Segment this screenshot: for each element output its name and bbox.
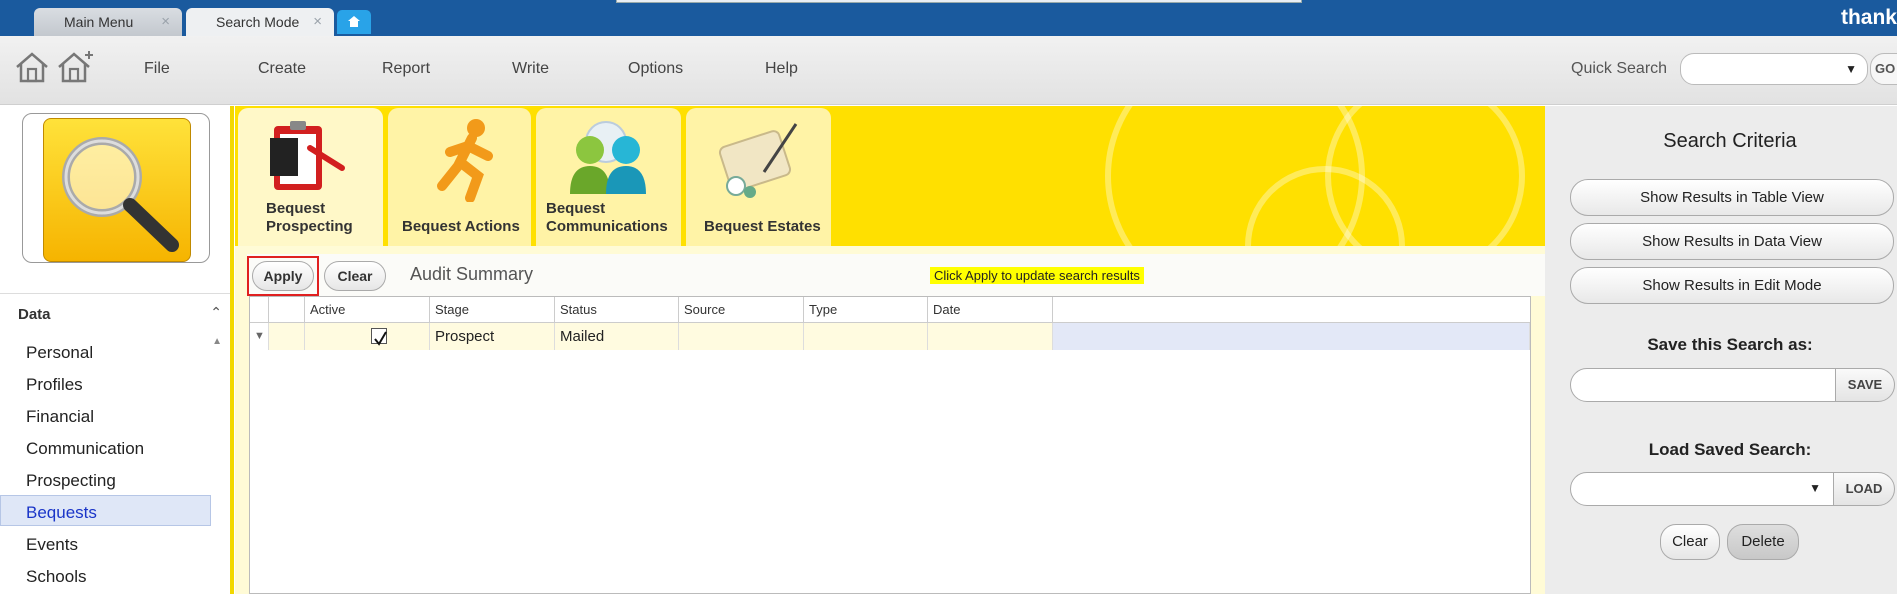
scroll-quill-icon [718,123,798,198]
cell-status[interactable]: Mailed [555,323,679,350]
tab-bequest-communications[interactable]: Bequest Communications [536,108,681,246]
show-data-view-button[interactable]: Show Results in Data View [1570,223,1894,260]
tab-bequest-prospecting-line1: Bequest [266,200,326,217]
tab-main-menu[interactable]: Main Menu × [34,8,182,36]
grid-header-status[interactable]: Status [555,297,679,323]
tab-search-mode[interactable]: Search Mode × [186,8,334,36]
magnifier-icon [62,137,179,252]
tab-bequest-actions-label: Bequest Actions [402,218,520,235]
apply-hint-text: Click Apply to update search results [930,267,1144,284]
tab-bequest-communications-line2: Communications [546,218,668,235]
search-mode-icon-frame [22,113,210,263]
app-tab-bar: Main Menu × Search Mode × thank [0,0,1897,36]
tab-bequest-prospecting[interactable]: Bequest Prospecting [238,108,383,246]
delete-search-button[interactable]: Delete [1727,524,1799,560]
chevron-up-icon[interactable]: ⌃ [210,304,222,321]
scroll-up-icon[interactable]: ▲ [212,336,222,347]
menu-bar: File Create Report Write Options Help Qu… [0,36,1897,105]
load-search-button[interactable]: LOAD [1833,472,1895,506]
sidebar-item-bequests[interactable]: Bequests [26,503,97,523]
dropdown-arrow-icon: ▼ [1809,481,1821,495]
search-criteria-panel: Search Criteria Show Results in Table Vi… [1545,106,1897,594]
tab-bequest-estates-label: Bequest Estates [704,218,821,235]
sidebar-item-financial[interactable]: Financial [26,407,94,427]
apply-button[interactable]: Apply [252,261,314,291]
clear-button[interactable]: Clear [324,261,386,291]
filter-icon: ▼ [254,330,265,342]
cell-type[interactable] [804,323,928,350]
data-section-title: Data [18,306,51,323]
sidebar-item-personal[interactable]: Personal [26,343,93,363]
brand-logo-text: thank [1840,6,1897,29]
show-edit-mode-button[interactable]: Show Results in Edit Mode [1570,267,1894,304]
left-sidebar: Data ⌃ ▲ Personal Profiles Financial Com… [0,106,234,594]
search-mode-icon [43,118,191,262]
load-search-label: Load Saved Search: [1648,440,1812,459]
quick-search-go-button[interactable]: GO [1870,53,1897,85]
sidebar-item-events[interactable]: Events [26,535,78,555]
tab-main-menu-label: Main Menu [64,14,134,30]
grid-header-date[interactable]: Date [928,297,1053,323]
tab-bequest-communications-line1: Bequest [546,200,606,217]
checkmark-icon [374,331,387,346]
search-criteria-title: Search Criteria [1663,130,1797,152]
active-checkbox[interactable] [371,328,387,346]
close-icon[interactable]: × [313,8,322,36]
address-bar[interactable] [616,0,1302,3]
grid-header-indicator [250,297,269,323]
sidebar-item-communication[interactable]: Communication [26,439,144,459]
quick-search-select[interactable]: ▼ [1680,53,1868,85]
tab-bequest-estates[interactable]: Bequest Estates [686,108,831,246]
save-search-input[interactable] [1570,368,1836,402]
menu-write[interactable]: Write [512,60,549,78]
load-search-select[interactable]: ▼ [1570,472,1834,506]
clear-search-button[interactable]: Clear [1660,524,1720,560]
menu-help[interactable]: Help [765,60,798,78]
grid-header-select [269,297,305,323]
new-tab-button[interactable] [337,10,371,34]
dropdown-arrow-icon: ▼ [1845,62,1857,76]
module-banner: Bequest Prospecting Bequest Actions Bequ… [235,106,1545,246]
home-icon [348,16,360,27]
cell-stage[interactable]: Prospect [430,323,555,350]
save-search-label: Save this Search as: [1647,335,1813,354]
menu-report[interactable]: Report [382,60,430,78]
quick-search-label: Quick Search [1571,60,1668,77]
cell-date[interactable] [928,323,1053,350]
menu-options[interactable]: Options [628,60,683,78]
grid-header-stage[interactable]: Stage [430,297,555,323]
tab-bequest-actions[interactable]: Bequest Actions [388,108,531,246]
tab-bequest-prospecting-line2: Prospecting [266,218,353,235]
menu-file[interactable]: File [144,60,170,78]
menu-create[interactable]: Create [258,60,306,78]
clipboard-icon [270,121,345,190]
row-filler [1053,323,1530,350]
table-row[interactable]: ▼ Prospect Mailed [250,323,1530,350]
grid-header-active[interactable]: Active [305,297,430,323]
close-icon[interactable]: × [161,8,170,36]
cell-active[interactable] [305,323,430,350]
add-home-icon[interactable] [56,50,96,84]
cell-source[interactable] [679,323,804,350]
home-icon[interactable] [14,50,50,84]
people-talking-icon [570,121,646,194]
search-panel: Apply Clear Audit Summary Click Apply to… [235,246,1545,594]
sidebar-item-schools[interactable]: Schools [26,567,86,587]
grid-header-type[interactable]: Type [804,297,928,323]
criteria-grid: Active Stage Status Source Type Date ▼ P… [249,296,1531,594]
running-man-icon [437,119,493,202]
grid-header: Active Stage Status Source Type Date [250,297,1530,323]
sidebar-item-prospecting[interactable]: Prospecting [26,471,116,491]
row-select-cell[interactable] [269,323,305,350]
grid-header-source[interactable]: Source [679,297,804,323]
audit-summary-title[interactable]: Audit Summary [410,264,533,285]
data-section-header[interactable]: Data ⌃ [0,293,230,335]
tab-search-mode-label: Search Mode [216,14,300,30]
show-table-view-button[interactable]: Show Results in Table View [1570,179,1894,216]
sidebar-item-profiles[interactable]: Profiles [26,375,83,395]
row-indicator: ▼ [250,323,269,350]
save-search-button[interactable]: SAVE [1835,368,1895,402]
